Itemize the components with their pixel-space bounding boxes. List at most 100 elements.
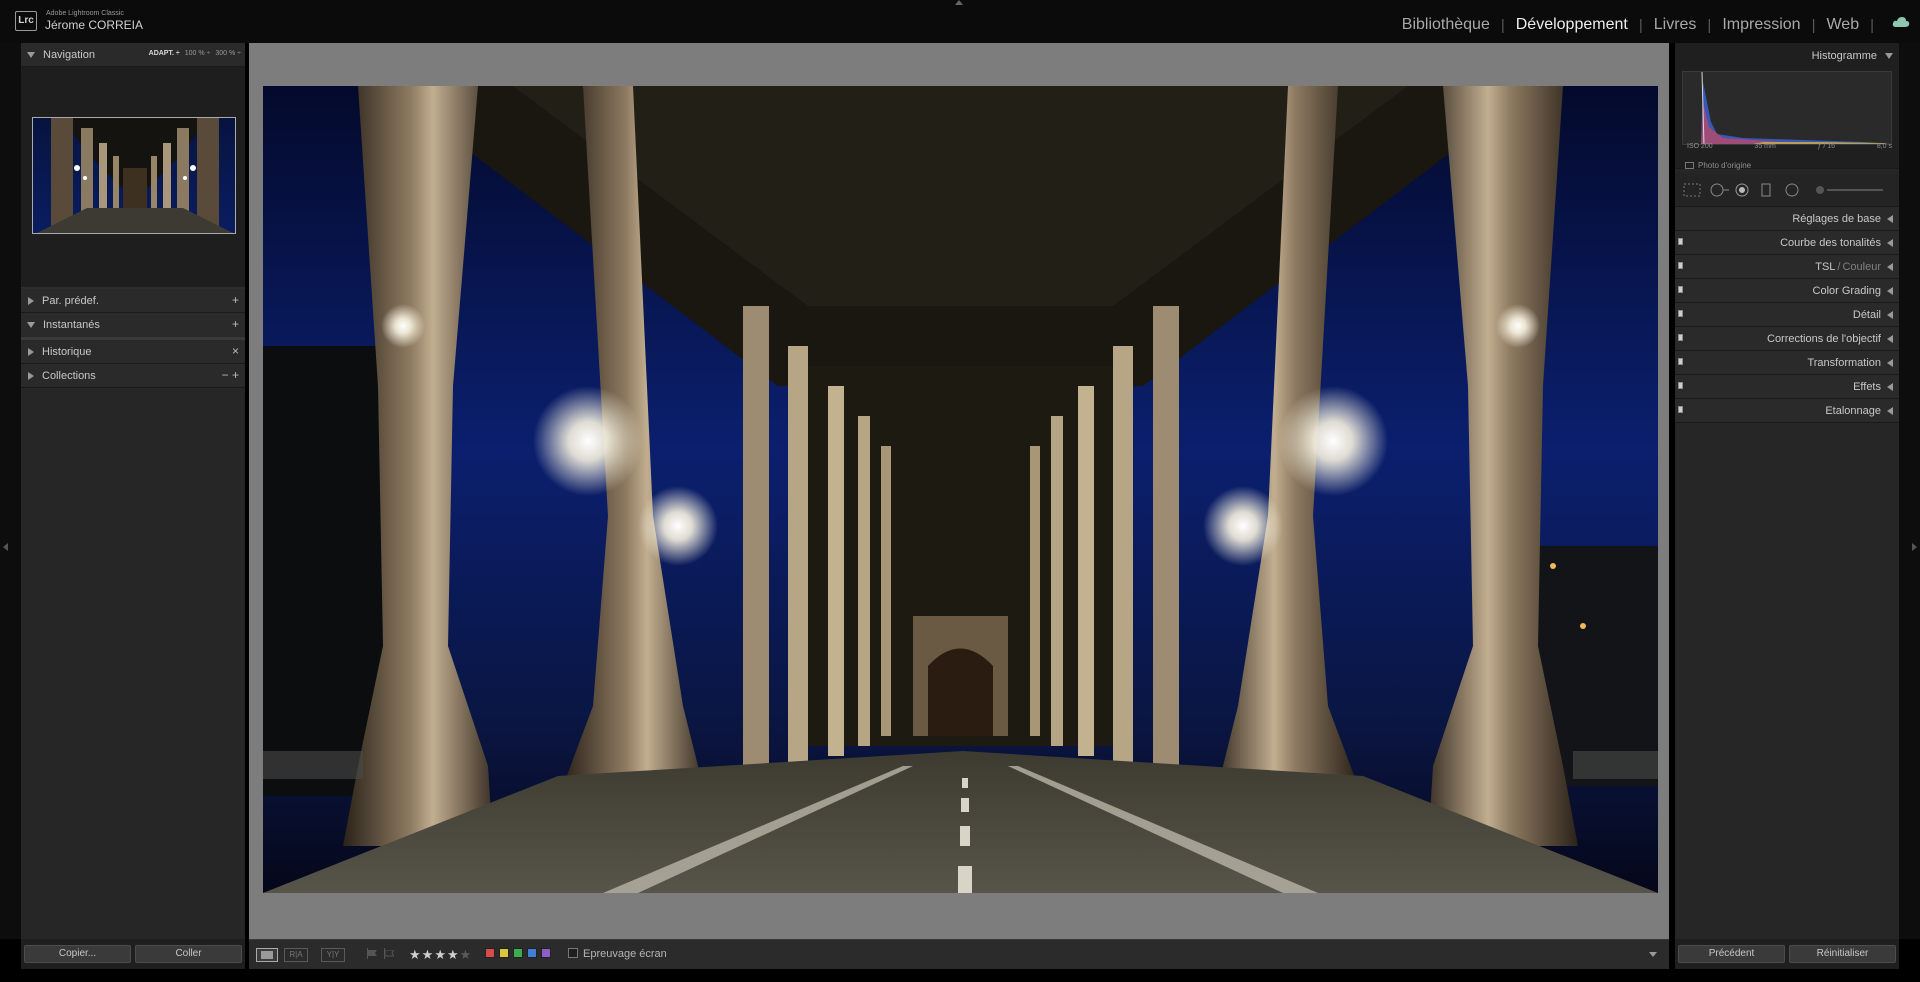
- reject-flag-icon[interactable]: [384, 948, 395, 959]
- collection-actions[interactable]: − +: [222, 368, 239, 382]
- module-web[interactable]: Web: [1815, 16, 1870, 34]
- panel-switch-icon[interactable]: [1678, 310, 1683, 317]
- module-picker: Bibliothèque | Développement | Livres | …: [1391, 16, 1874, 34]
- graduated-filter-icon[interactable]: [1761, 183, 1771, 197]
- top-panel-toggle-icon[interactable]: [955, 0, 963, 5]
- tone-curve-header[interactable]: Courbe des tonalités: [1675, 231, 1899, 255]
- right-panel-toggle-icon[interactable]: [1912, 543, 1917, 551]
- panel-switch-icon[interactable]: [1678, 358, 1683, 365]
- snapshots-header[interactable]: Instantanés +: [21, 313, 245, 340]
- panel-switch-icon[interactable]: [1678, 406, 1683, 413]
- original-photo-checkbox[interactable]: [1685, 162, 1694, 169]
- hsl-title[interactable]: TSL: [1815, 261, 1835, 273]
- rating-star-icon[interactable]: ★: [422, 947, 435, 962]
- panel-switch-icon[interactable]: [1678, 262, 1683, 269]
- basic-panel-header[interactable]: Réglages de base: [1675, 207, 1899, 231]
- module-library[interactable]: Bibliothèque: [1391, 16, 1501, 34]
- module-develop[interactable]: Développement: [1505, 16, 1639, 34]
- zoom-100[interactable]: 100 % ÷: [185, 50, 211, 57]
- tone-curve-title: Courbe des tonalités: [1780, 236, 1881, 249]
- color-label-swatch[interactable]: [527, 948, 537, 958]
- effects-header[interactable]: Effets: [1675, 375, 1899, 399]
- red-eye-icon[interactable]: [1735, 183, 1749, 197]
- calibration-header[interactable]: Etalonnage: [1675, 399, 1899, 423]
- zoom-300[interactable]: 300 % ÷: [215, 50, 241, 57]
- transform-header[interactable]: Transformation: [1675, 351, 1899, 375]
- rating-star-icon[interactable]: ★: [460, 947, 473, 962]
- collections-header[interactable]: Collections − +: [21, 364, 245, 388]
- original-photo-label: Photo d'origine: [1698, 161, 1752, 170]
- before-after-tb-button[interactable]: Y|Y: [321, 948, 345, 962]
- collapse-icon: [1887, 286, 1893, 295]
- adjustment-brush-icon[interactable]: [1815, 183, 1885, 197]
- color-label-swatch[interactable]: [541, 948, 551, 958]
- previous-button[interactable]: Précédent: [1678, 945, 1785, 963]
- left-panel-edge[interactable]: [0, 43, 21, 939]
- histogram-graph[interactable]: [1682, 71, 1892, 145]
- panel-switch-icon[interactable]: [1678, 286, 1683, 293]
- color-grading-title: Color Grading: [1812, 284, 1881, 297]
- presets-header[interactable]: Par. prédef. +: [21, 289, 245, 313]
- left-panel: Navigation ADAPT. ÷ 100 % ÷ 300 % ÷ Par.…: [21, 43, 245, 939]
- loupe-view-button[interactable]: [256, 948, 278, 962]
- color-label-swatch[interactable]: [513, 948, 523, 958]
- main-photo[interactable]: [263, 86, 1658, 893]
- clear-history-button[interactable]: ×: [232, 344, 239, 358]
- history-header[interactable]: Historique ×: [21, 340, 245, 364]
- panel-switch-icon[interactable]: [1678, 382, 1683, 389]
- histogram-header[interactable]: Histogramme: [1675, 43, 1899, 69]
- color-title[interactable]: Couleur: [1842, 261, 1881, 273]
- collapse-icon: [28, 296, 34, 305]
- navigator-header[interactable]: Navigation ADAPT. ÷ 100 % ÷ 300 % ÷: [21, 43, 245, 67]
- radial-filter-icon[interactable]: [1785, 183, 1799, 197]
- expand-icon: [1885, 53, 1893, 59]
- panel-switch-icon[interactable]: [1678, 238, 1683, 245]
- module-print[interactable]: Impression: [1711, 16, 1811, 34]
- paste-settings-button[interactable]: Coller: [135, 945, 242, 963]
- color-label-swatch[interactable]: [499, 948, 509, 958]
- before-after-lr-button[interactable]: R|A: [284, 948, 308, 962]
- collapse-icon: [28, 371, 34, 380]
- calibration-title: Etalonnage: [1825, 404, 1881, 417]
- lens-corrections-header[interactable]: Corrections de l'objectif: [1675, 327, 1899, 351]
- star-rating[interactable]: ★★★★★: [409, 947, 472, 963]
- detail-header[interactable]: Détail: [1675, 303, 1899, 327]
- zoom-fit[interactable]: ADAPT. ÷: [149, 50, 180, 57]
- spot-removal-icon[interactable]: [1709, 183, 1729, 197]
- rating-star-icon[interactable]: ★: [434, 947, 447, 962]
- tool-strip: [1675, 173, 1899, 207]
- shutter-speed: 8,0 s: [1876, 143, 1892, 150]
- navigator-thumbnail[interactable]: [32, 117, 236, 234]
- color-label-swatch[interactable]: [485, 948, 495, 958]
- focal-length: 35 mm: [1754, 143, 1776, 150]
- left-footer: Copier... Coller: [21, 939, 245, 969]
- rating-star-icon[interactable]: ★: [447, 947, 460, 962]
- rating-star-icon[interactable]: ★: [409, 947, 422, 962]
- toolbar-options-icon[interactable]: [1649, 952, 1657, 957]
- cloud-sync-icon[interactable]: [1892, 16, 1910, 28]
- color-grading-header[interactable]: Color Grading: [1675, 279, 1899, 303]
- copy-settings-button[interactable]: Copier...: [24, 945, 131, 963]
- right-panel-edge[interactable]: [1899, 43, 1920, 939]
- aperture-value: ƒ / 16: [1817, 143, 1836, 150]
- left-panel-toggle-icon[interactable]: [3, 543, 8, 551]
- histogram-title: Histogramme: [1811, 50, 1877, 62]
- original-photo-toggle[interactable]: Photo d'origine: [1685, 161, 1751, 170]
- panel-switch-icon[interactable]: [1678, 334, 1683, 341]
- softproof-checkbox[interactable]: [568, 948, 578, 958]
- add-snapshot-button[interactable]: +: [232, 317, 239, 331]
- basic-panel-title: Réglages de base: [1792, 212, 1881, 225]
- hsl-separator: /: [1837, 260, 1841, 273]
- reset-button[interactable]: Réinitialiser: [1789, 945, 1896, 963]
- collections-title: Collections: [42, 369, 96, 382]
- navigator-title: Navigation: [43, 48, 95, 61]
- identity-plate: Jérome CORREIA: [45, 18, 144, 32]
- collapse-icon: [1887, 262, 1893, 271]
- crop-icon[interactable]: [1683, 183, 1701, 197]
- module-books[interactable]: Livres: [1643, 16, 1708, 34]
- right-footer: Précédent Réinitialiser: [1675, 939, 1899, 969]
- add-preset-button[interactable]: +: [232, 293, 239, 307]
- softproof-label: Epreuvage écran: [583, 948, 667, 960]
- hsl-header[interactable]: TSL / Couleur: [1675, 255, 1899, 279]
- pick-flag-icon[interactable]: [367, 948, 377, 959]
